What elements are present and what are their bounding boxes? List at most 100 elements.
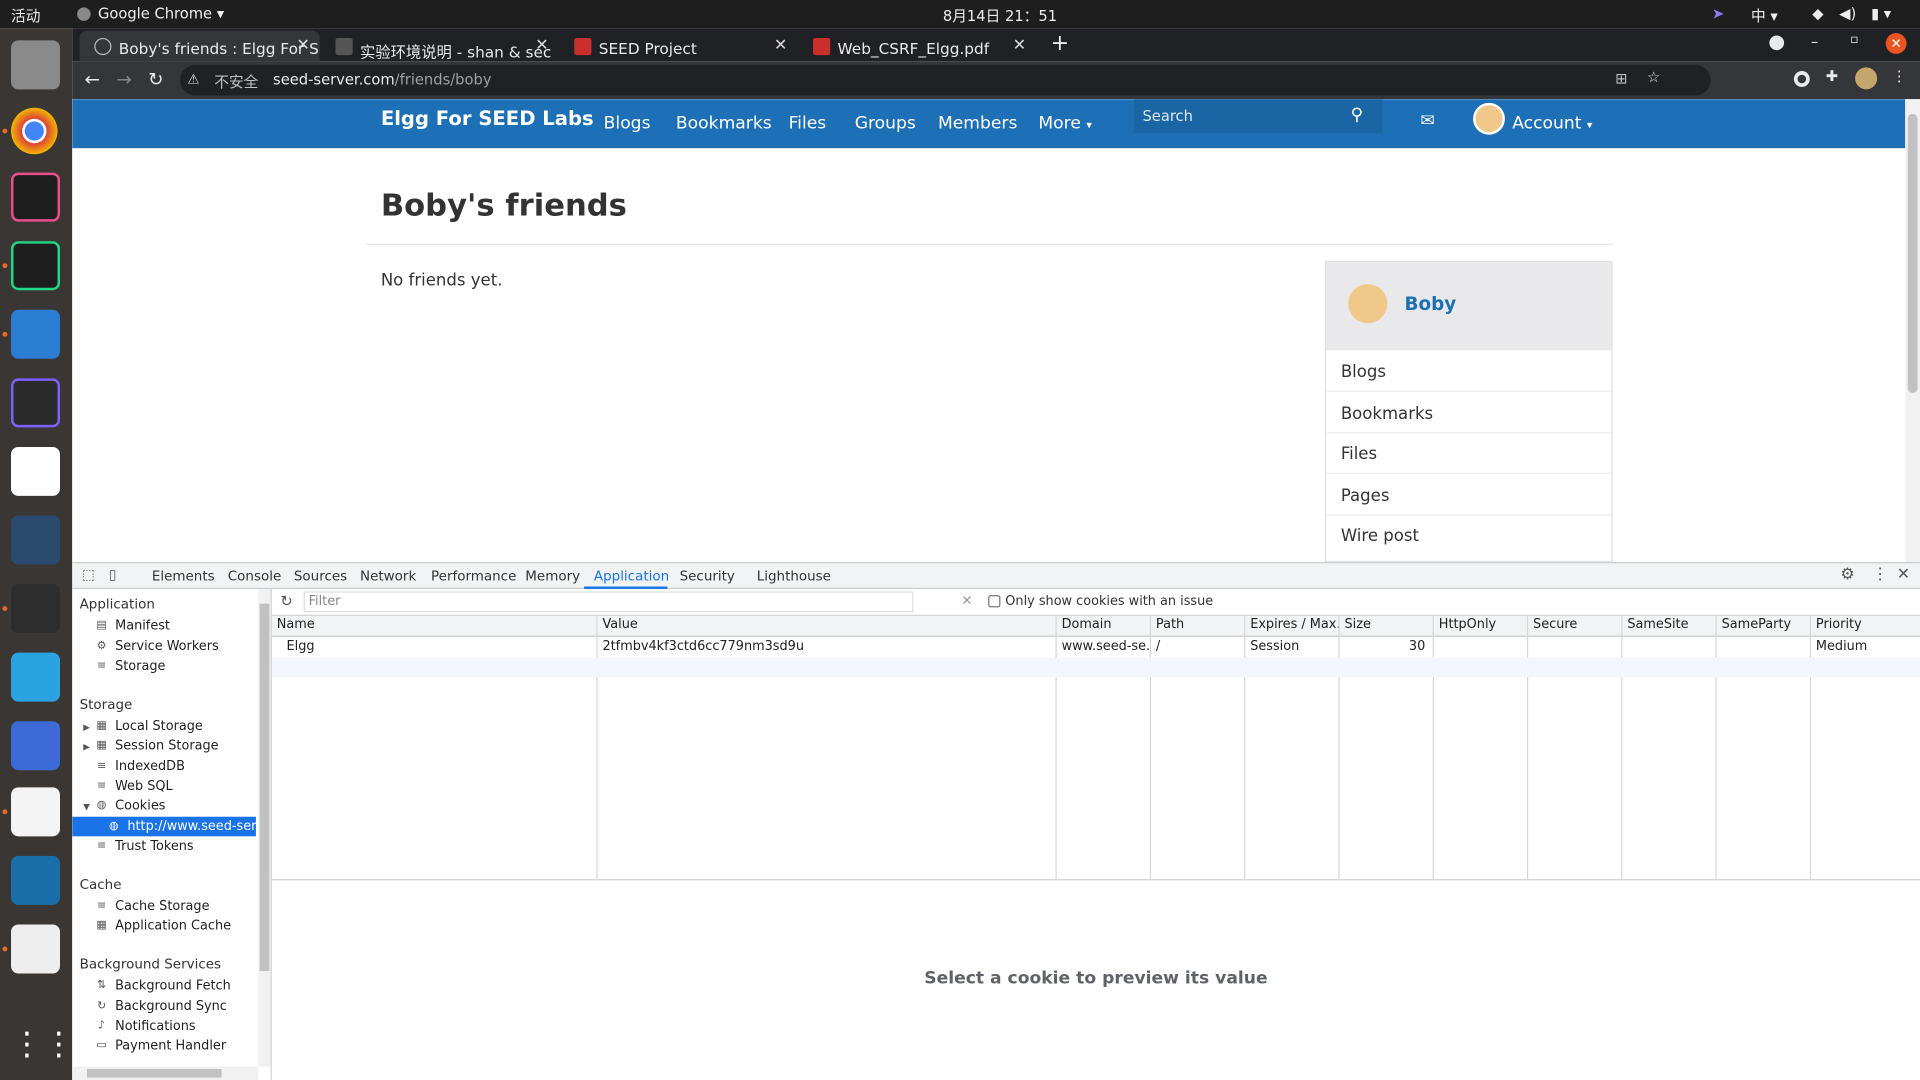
col-secure[interactable]: Secure	[1528, 615, 1623, 637]
col-path[interactable]: Path	[1151, 615, 1246, 637]
table-row[interactable]: Elgg 2tfmbv4kf3ctd6cc779nm3sd9u www.seed…	[272, 638, 1920, 658]
screenshot-tool-icon[interactable]	[11, 721, 61, 771]
col-size[interactable]: Size	[1339, 615, 1434, 637]
sidebar-cookie-origin[interactable]: ◍ http://www.seed-server	[108, 819, 271, 834]
sidebar-cache-storage[interactable]: ≡ Cache Storage	[96, 899, 209, 914]
col-name[interactable]: Name	[271, 615, 598, 637]
owner-menu-blogs[interactable]: Blogs	[1341, 362, 1386, 382]
vmware-icon[interactable]	[11, 855, 61, 905]
user-avatar[interactable]	[1473, 102, 1505, 135]
extension-icon[interactable]	[1793, 71, 1810, 87]
close-tab-icon[interactable]: ✕	[296, 37, 309, 55]
input-method[interactable]: 中 ▾	[1751, 5, 1778, 26]
devtools-menu-icon[interactable]: ⋮	[1872, 566, 1888, 584]
restore-button[interactable]: ▫	[1850, 33, 1858, 46]
expand-arrow-icon[interactable]: ▶	[83, 742, 90, 752]
search-icon[interactable]: ⚲	[1351, 105, 1364, 125]
nav-members[interactable]: Members	[938, 114, 1017, 134]
intellij-icon[interactable]	[11, 172, 61, 222]
close-tab-icon[interactable]: ✕	[1013, 37, 1026, 55]
sidebar-scrollbar-thumb[interactable]	[259, 603, 270, 972]
profile-avatar-icon[interactable]	[1855, 67, 1878, 90]
col-value[interactable]: Value	[597, 615, 1057, 637]
tab-pdf[interactable]: Web_CSRF_Elgg.pdf ✕	[798, 31, 1036, 62]
activities-button[interactable]: 活动	[11, 5, 40, 26]
owner-menu-files[interactable]: Files	[1341, 444, 1377, 464]
page-scrollbar[interactable]	[1905, 99, 1920, 563]
close-devtools-icon[interactable]: ✕	[1897, 566, 1910, 584]
vscode-icon[interactable]	[11, 309, 61, 359]
chrome-menu-icon[interactable]: ⋮	[1892, 67, 1907, 84]
goland-icon[interactable]	[11, 378, 61, 428]
sidebar-background-fetch[interactable]: ⇅ Background Fetch	[96, 978, 231, 993]
tab-seed-project[interactable]: SEED Project ✕	[560, 31, 798, 62]
text-editor-icon[interactable]	[11, 787, 61, 837]
col-sameparty[interactable]: SameParty	[1716, 615, 1812, 637]
sidebar-notifications[interactable]: ♪ Notifications	[96, 1019, 195, 1034]
close-tab-icon[interactable]: ✕	[535, 37, 548, 55]
owner-avatar[interactable]	[1348, 284, 1388, 324]
nav-more[interactable]: More ▾	[1038, 114, 1092, 134]
sidebar-service-workers[interactable]: ⚙ Service Workers	[96, 639, 219, 654]
site-brand-link[interactable]: Elgg For SEED Labs	[381, 107, 594, 130]
telegram-tray-icon[interactable]: ➤	[1712, 5, 1724, 22]
close-tab-icon[interactable]: ✕	[774, 37, 787, 55]
sidebar-hscrollbar[interactable]	[72, 1066, 259, 1080]
omnibox[interactable]: ⚠ 不安全 seed-server.com/friends/boby ⊞ ☆	[180, 64, 1711, 96]
wifi-icon[interactable]: ◆	[1812, 5, 1823, 22]
sidebar-local-storage[interactable]: ▦ Local Storage	[96, 719, 202, 734]
devtools-tab-security[interactable]: Security	[680, 568, 735, 584]
sidebar-manifest[interactable]: ▤ Manifest	[96, 618, 170, 633]
col-expires[interactable]: Expires / Max...	[1245, 615, 1340, 637]
devtools-tab-lighthouse[interactable]: Lighthouse	[757, 568, 831, 584]
sidebar-application-cache[interactable]: ▦ Application Cache	[96, 918, 231, 933]
filter-input[interactable]: Filter	[303, 591, 914, 613]
sidebar-web-sql[interactable]: ≡ Web SQL	[96, 779, 173, 794]
sidebar-payment-handler[interactable]: ▭ Payment Handler	[96, 1038, 226, 1053]
reload-button[interactable]: ↻	[148, 69, 163, 91]
account-menu[interactable]: Account ▾	[1512, 114, 1592, 134]
col-httponly[interactable]: HttpOnly	[1433, 615, 1529, 637]
devtools-tab-console[interactable]: Console	[228, 568, 281, 584]
site-search-input[interactable]: Search ⚲	[1133, 99, 1383, 134]
owner-menu-pages[interactable]: Pages	[1341, 486, 1390, 506]
devtools-tab-sources[interactable]: Sources	[294, 568, 347, 584]
device-toggle-icon[interactable]: ▯	[109, 567, 116, 583]
translate-icon[interactable]: ⊞	[1615, 70, 1627, 87]
messages-icon[interactable]: ✉	[1420, 111, 1434, 131]
inspect-element-icon[interactable]: ⬚	[82, 567, 95, 583]
devtools-tab-application[interactable]: Application	[594, 568, 669, 584]
pycharm-icon[interactable]	[11, 241, 61, 291]
devtools-tab-elements[interactable]: Elements	[152, 568, 215, 584]
nav-groups[interactable]: Groups	[855, 114, 916, 134]
minimize-button[interactable]: –	[1811, 33, 1818, 50]
show-apps-icon[interactable]: ⋮⋮	[11, 1020, 75, 1069]
app-menu[interactable]: Google Chrome ▾	[98, 5, 224, 22]
owner-menu-wire[interactable]: Wire post	[1341, 527, 1419, 547]
tab-boby-friends[interactable]: Boby's friends : Elgg For S ✕	[79, 30, 320, 62]
page-scrollbar-thumb[interactable]	[1907, 113, 1918, 394]
devtools-tab-memory[interactable]: Memory	[525, 568, 580, 584]
terminal-icon[interactable]	[11, 584, 61, 634]
owner-name-link[interactable]: Boby	[1404, 293, 1456, 315]
sidebar-trust-tokens[interactable]: ≡ Trust Tokens	[96, 839, 194, 854]
expand-arrow-icon[interactable]: ▶	[83, 722, 90, 732]
close-window-button[interactable]: ✕	[1885, 33, 1907, 54]
nav-blogs[interactable]: Blogs	[604, 114, 651, 134]
nav-bookmarks[interactable]: Bookmarks	[676, 114, 772, 134]
tab-search-icon[interactable]	[1769, 35, 1785, 51]
tab-lab-env[interactable]: 实验环境说明 - shan & sec ✕	[321, 31, 559, 61]
owner-menu-bookmarks[interactable]: Bookmarks	[1341, 404, 1433, 424]
col-priority[interactable]: Priority	[1811, 615, 1920, 637]
forward-button[interactable]: →	[116, 69, 131, 91]
new-tab-button[interactable]: +	[1051, 31, 1069, 57]
settings-gear-icon[interactable]: ⚙	[1840, 566, 1854, 584]
chrome-dock-icon[interactable]	[11, 107, 58, 155]
back-button[interactable]: ←	[84, 69, 99, 91]
telegram-icon[interactable]	[11, 652, 61, 702]
battery-icon[interactable]: ▮ ▾	[1871, 5, 1891, 22]
document-viewer-icon[interactable]	[11, 924, 61, 974]
clock[interactable]: 8月14日 21：51	[943, 5, 1057, 26]
sidebar-cookies[interactable]: ◍ Cookies	[96, 798, 166, 813]
sidebar-background-sync[interactable]: ↻ Background Sync	[96, 999, 227, 1014]
